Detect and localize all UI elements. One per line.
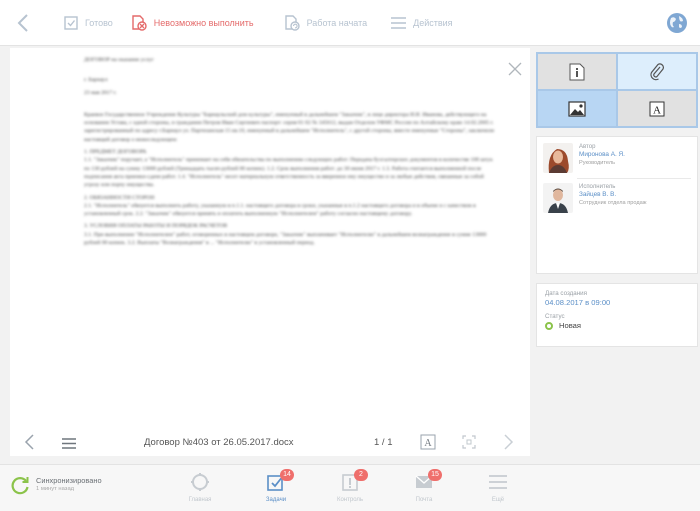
executor-row[interactable]: Исполнитель Зайцев В. В. Сотрудник отдел… [543,183,646,213]
view-mode-grid: A [536,52,698,128]
text-icon: A [649,101,665,116]
more-icon [489,475,507,489]
tasks-badge: 14 [280,469,294,481]
doc-sec2-body: 2.1. "Исполнитель" обязуется выполнить р… [84,202,476,218]
page-counter: 1 / 1 [374,437,393,448]
status-value: Новая [559,321,581,330]
nav-control-label: Контроль [336,497,364,503]
text-icon: A [420,434,436,450]
app-window: Готово Невозможно выполнить Работа начат… [0,0,700,511]
status-badge: Новая [545,321,689,330]
executor-role: Исполнитель [579,184,616,190]
chevron-left-icon [24,434,34,450]
chevron-left-icon [17,13,28,32]
nav-mail-label: Почта [415,497,433,503]
text-view-tab[interactable]: A [618,91,696,126]
home-icon [191,473,209,491]
close-button[interactable] [508,62,522,76]
document-filename: Договор №403 от 26.05.2017.docx [144,437,294,448]
actions-button[interactable]: Действия [391,0,453,46]
doc-date: 23 мая 2017 г. [84,89,117,96]
info-tab[interactable] [538,54,616,89]
doc-refresh-icon [284,14,300,31]
sync-subtitle: 1 минут назад [36,486,75,492]
sync-title: Синхронизировано [36,476,102,485]
author-role: Автор [579,144,596,150]
fit-screen-button[interactable] [462,435,476,454]
doc-intro: Краевое Государственное Учреждение Культ… [84,111,495,143]
sync-text: Синхронизировано 1 минут назад [36,477,102,493]
doc-city: г. Барнаул [84,77,108,84]
actions-label: Действия [413,17,453,28]
ready-label: Готово [85,17,113,28]
next-page-button[interactable] [504,434,514,455]
nav-more-label: Ещё [491,497,505,503]
doc-sec1-title: 1. ПРЕДМЕТ ДОГОВОРА [84,149,147,156]
back-button[interactable] [0,0,46,46]
task-meta-card: Дата создания 04.08.2017 в 09:00 Статус … [536,283,698,347]
hamburger-icon [62,438,76,449]
checkbox-icon [64,15,78,30]
nav-main[interactable]: Главная [172,469,228,509]
doc-cancel-icon [132,14,147,31]
executor-info: Исполнитель Зайцев В. В. Сотрудник отдел… [579,183,646,213]
nav-tasks[interactable]: 14 Задачи [248,469,304,509]
text-size-button[interactable]: A [420,434,436,455]
image-view-tab[interactable] [538,91,616,126]
nav-mail[interactable]: 15 Почта [396,469,452,509]
svg-text:A: A [653,104,661,116]
paperclip-icon [650,62,664,80]
doc-title: ДОГОВОР на оказание услуг [84,57,154,63]
divider [577,178,691,179]
author-avatar [543,143,573,173]
impossible-button[interactable]: Невозможно выполнить [131,0,254,46]
right-panel: A Автор Миронова А. Я. Руководитель Испо… [534,52,700,464]
fit-screen-icon [462,435,476,449]
doc-sec3-title: 3. УСЛОВИЯ ОПЛАТЫ РАБОТЫ И ПОРЯДОК РАСЧЕ… [84,223,228,230]
top-toolbar: Готово Невозможно выполнить Работа начат… [0,0,700,46]
doc-sec2-title: 2. ОБЯЗАННОСТИ СТОРОН [84,194,155,201]
author-name[interactable]: Миронова А. Я. [579,151,625,159]
bottom-navigation: Синхронизировано 1 минут назад Главная 1… [0,464,700,511]
control-badge: 2 [354,469,368,481]
attachments-tab[interactable] [618,54,696,89]
author-position: Руководитель [579,160,616,166]
document-content: ДОГОВОР на оказание услуг г. Барнаул 23 … [84,56,496,251]
chevron-right-icon [504,434,514,450]
started-button[interactable]: Работа начата [284,0,368,46]
doc-sec3-body: 3.1. При выполнении "Исполнителем" работ… [84,231,487,247]
nav-tasks-label: Задачи [265,497,287,503]
svg-text:A: A [424,438,432,449]
executor-avatar [543,183,573,213]
nav-more[interactable]: Ещё [470,469,526,509]
globe-button[interactable] [666,12,688,34]
ready-button[interactable]: Готово [64,0,113,46]
status-label: Статус [545,313,565,320]
nav-control[interactable]: 2 Контроль [322,469,378,509]
started-label: Работа начата [306,17,368,28]
created-value: 04.08.2017 в 09:00 [545,298,611,307]
executor-name[interactable]: Зайцев В. В. [579,191,646,199]
hamburger-icon [391,16,407,29]
sync-icon [11,477,29,495]
globe-icon [667,13,687,33]
created-label: Дата создания [545,290,587,297]
info-icon [569,63,585,80]
document-viewer[interactable]: ДОГОВОР на оказание услуг г. Барнаул 23 … [10,48,530,456]
sync-status[interactable]: Синхронизировано 1 минут назад [10,475,102,495]
document-toolbar: Договор №403 от 26.05.2017.docx 1 / 1 A [10,429,530,456]
prev-page-button[interactable] [24,434,34,455]
image-icon [568,100,586,117]
document-menu-button[interactable] [62,436,76,454]
executor-position: Сотрудник отдела продаж [579,200,647,206]
impossible-label: Невозможно выполнить [153,17,254,28]
doc-sec1-body: 1.1. "Заказчик" поручает, а "Исполнитель… [84,157,493,189]
close-icon [508,62,522,76]
participants-card: Автор Миронова А. Я. Руководитель Исполн… [536,136,698,274]
author-info: Автор Миронова А. Я. Руководитель [579,143,625,173]
author-row[interactable]: Автор Миронова А. Я. Руководитель [543,143,625,173]
status-dot-icon [545,321,553,330]
mail-badge: 15 [428,469,442,481]
nav-main-label: Главная [188,497,212,503]
